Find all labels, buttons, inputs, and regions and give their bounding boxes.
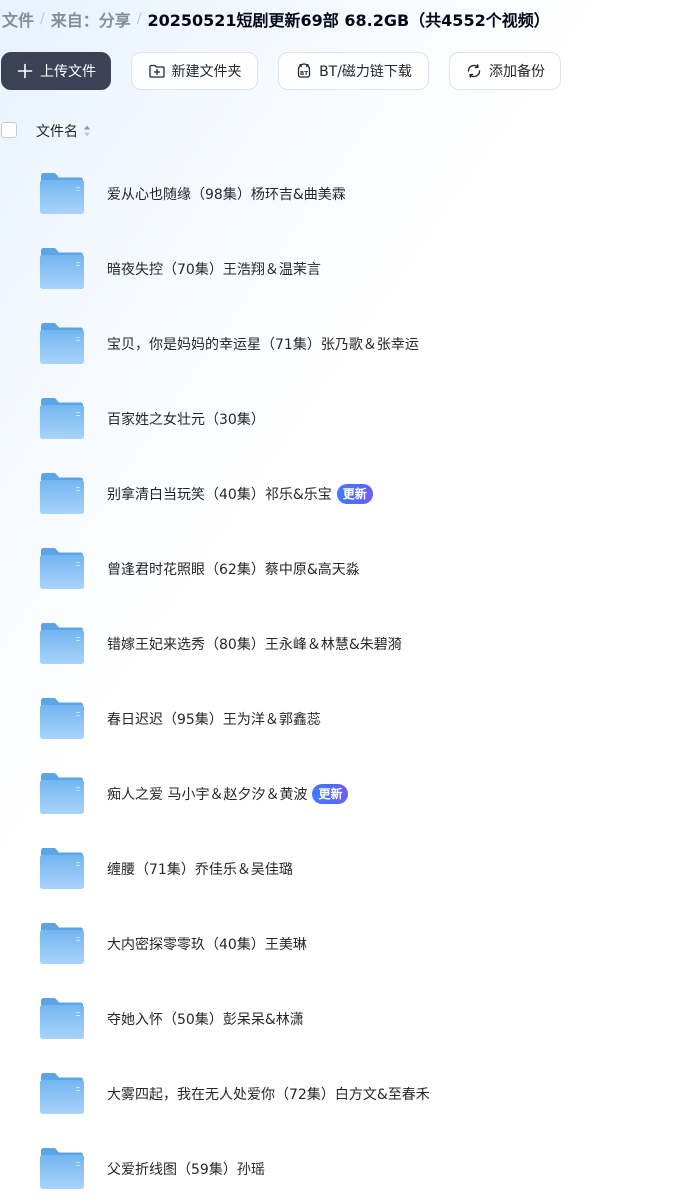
- file-name[interactable]: 别拿清白当玩笑（40集）祁乐&乐宝 更新: [107, 484, 373, 504]
- folder-icon: [39, 547, 85, 590]
- folder-icon: [39, 172, 85, 215]
- file-name[interactable]: 暗夜失控（70集）王浩翔＆温茉言: [107, 259, 321, 279]
- list-item[interactable]: 曾逢君时花照眼（62集）蔡中原&高天淼: [0, 532, 680, 607]
- file-list: 爱从心也随缘（98集）杨环吉&曲美霖 暗夜失控（70集）王浩翔＆温茉言 宝贝，你…: [0, 157, 680, 1202]
- list-item[interactable]: 爱从心也随缘（98集）杨环吉&曲美霖: [0, 157, 680, 232]
- bt-magnet-download-label: BT/磁力链下载: [319, 64, 412, 80]
- folder-icon: [39, 1147, 85, 1190]
- file-name-text: 大内密探零零玖（40集）王美琳: [107, 937, 307, 953]
- file-name[interactable]: 错嫁王妃来选秀（80集）王永峰＆林慧&朱碧漪: [107, 634, 402, 654]
- list-header: 文件名: [0, 118, 680, 144]
- file-name-text: 缠腰（71集）乔佳乐＆吴佳璐: [107, 862, 293, 878]
- folder-icon: [39, 697, 85, 740]
- list-item[interactable]: 缠腰（71集）乔佳乐＆吴佳璐: [0, 832, 680, 907]
- name-column-label: 文件名: [36, 124, 78, 140]
- new-folder-button[interactable]: 新建文件夹: [131, 52, 258, 90]
- name-column-header[interactable]: 文件名: [36, 121, 91, 141]
- bt-icon: BT: [295, 62, 313, 80]
- folder-icon: [39, 322, 85, 365]
- list-item[interactable]: 大雾四起，我在无人处爱你（72集）白方文&至春禾: [0, 1057, 680, 1132]
- file-name[interactable]: 宝贝，你是妈妈的幸运星（71集）张乃歌＆张幸运: [107, 334, 419, 354]
- file-name[interactable]: 父爱折线图（59集）孙瑶: [107, 1159, 265, 1179]
- file-name-text: 痴人之爱 马小宇＆赵夕汐＆黄波: [107, 787, 308, 803]
- breadcrumb-separator: /: [40, 11, 45, 27]
- file-name-text: 父爱折线图（59集）孙瑶: [107, 1162, 265, 1178]
- file-name-text: 春日迟迟（95集）王为洋＆郭鑫蕊: [107, 712, 321, 728]
- plus-icon: [16, 62, 34, 80]
- add-backup-button[interactable]: 添加备份: [449, 52, 561, 90]
- list-item[interactable]: 错嫁王妃来选秀（80集）王永峰＆林慧&朱碧漪: [0, 607, 680, 682]
- list-item[interactable]: 夺她入怀（50集）彭呆呆&林潇: [0, 982, 680, 1057]
- svg-text:BT: BT: [300, 71, 308, 77]
- folder-icon: [39, 772, 85, 815]
- list-item[interactable]: 痴人之爱 马小宇＆赵夕汐＆黄波 更新: [0, 757, 680, 832]
- folder-icon: [39, 247, 85, 290]
- file-name[interactable]: 百家姓之女壮元（30集）: [107, 409, 265, 429]
- new-folder-button-label: 新建文件夹: [171, 64, 242, 80]
- list-item[interactable]: 百家姓之女壮元（30集）: [0, 382, 680, 457]
- folder-icon: [39, 622, 85, 665]
- file-name-text: 曾逢君时花照眼（62集）蔡中原&高天淼: [107, 562, 360, 578]
- sync-icon: [465, 62, 483, 80]
- upload-button-label: 上传文件: [40, 64, 96, 80]
- sort-icon[interactable]: [83, 124, 91, 138]
- folder-icon: [39, 1072, 85, 1115]
- list-item[interactable]: 大内密探零零玖（40集）王美琳: [0, 907, 680, 982]
- file-name-text: 大雾四起，我在无人处爱你（72集）白方文&至春禾: [107, 1087, 430, 1103]
- file-name[interactable]: 大内密探零零玖（40集）王美琳: [107, 934, 307, 954]
- updated-badge: 更新: [312, 784, 349, 804]
- folder-icon: [39, 397, 85, 440]
- select-all-checkbox[interactable]: [1, 122, 17, 138]
- folder-icon: [39, 847, 85, 890]
- breadcrumb: 文件 / 来自：分享 / 20250521短剧更新69部 68.2GB（共455…: [2, 6, 550, 32]
- folder-icon: [39, 472, 85, 515]
- toolbar: 上传文件 新建文件夹 BT BT/磁力链下载 添加备份: [1, 51, 581, 91]
- file-name-text: 爱从心也随缘（98集）杨环吉&曲美霖: [107, 187, 346, 203]
- file-name-text: 别拿清白当玩笑（40集）祁乐&乐宝: [107, 487, 332, 503]
- file-name[interactable]: 春日迟迟（95集）王为洋＆郭鑫蕊: [107, 709, 321, 729]
- file-name[interactable]: 夺她入怀（50集）彭呆呆&林潇: [107, 1009, 304, 1029]
- breadcrumb-separator: /: [136, 11, 142, 27]
- updated-badge: 更新: [336, 484, 373, 504]
- list-item[interactable]: 父爱折线图（59集）孙瑶: [0, 1132, 680, 1202]
- file-name[interactable]: 曾逢君时花照眼（62集）蔡中原&高天淼: [107, 559, 360, 579]
- breadcrumb-from-share[interactable]: 来自：分享: [51, 7, 131, 31]
- folder-icon: [39, 997, 85, 1040]
- file-name[interactable]: 痴人之爱 马小宇＆赵夕汐＆黄波 更新: [107, 784, 349, 804]
- file-name-text: 错嫁王妃来选秀（80集）王永峰＆林慧&朱碧漪: [107, 637, 402, 653]
- list-item[interactable]: 春日迟迟（95集）王为洋＆郭鑫蕊: [0, 682, 680, 757]
- list-item[interactable]: 别拿清白当玩笑（40集）祁乐&乐宝 更新: [0, 457, 680, 532]
- file-name-text: 宝贝，你是妈妈的幸运星（71集）张乃歌＆张幸运: [107, 337, 419, 353]
- add-backup-label: 添加备份: [489, 64, 545, 80]
- list-item[interactable]: 暗夜失控（70集）王浩翔＆温茉言: [0, 232, 680, 307]
- breadcrumb-root[interactable]: 文件: [2, 7, 34, 31]
- file-name-text: 夺她入怀（50集）彭呆呆&林潇: [107, 1012, 304, 1028]
- file-name[interactable]: 缠腰（71集）乔佳乐＆吴佳璐: [107, 859, 293, 879]
- folder-icon: [39, 922, 85, 965]
- folder-plus-icon: [148, 62, 166, 80]
- file-name-text: 暗夜失控（70集）王浩翔＆温茉言: [107, 262, 321, 278]
- file-name-text: 百家姓之女壮元（30集）: [107, 412, 265, 428]
- bt-magnet-download-button[interactable]: BT BT/磁力链下载: [278, 52, 429, 90]
- upload-button[interactable]: 上传文件: [1, 52, 111, 90]
- breadcrumb-current-folder: 20250521短剧更新69部 68.2GB（共4552个视频）: [147, 11, 550, 30]
- file-name[interactable]: 爱从心也随缘（98集）杨环吉&曲美霖: [107, 184, 346, 204]
- list-item[interactable]: 宝贝，你是妈妈的幸运星（71集）张乃歌＆张幸运: [0, 307, 680, 382]
- file-name[interactable]: 大雾四起，我在无人处爱你（72集）白方文&至春禾: [107, 1084, 430, 1104]
